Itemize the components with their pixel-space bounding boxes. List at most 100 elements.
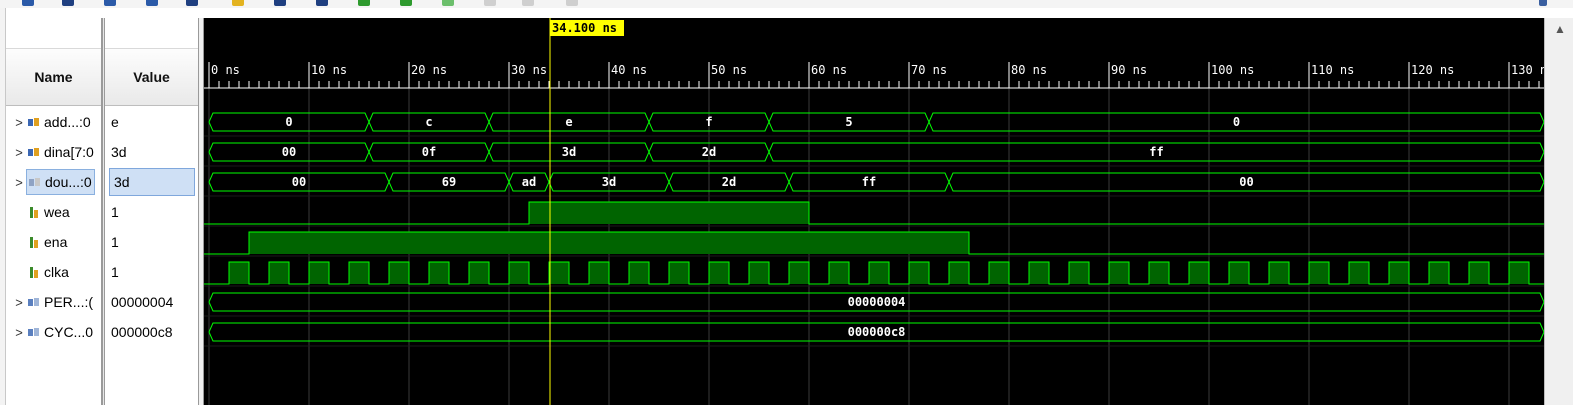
clka-high-fill bbox=[829, 262, 849, 284]
swap-cursors-icon[interactable] bbox=[484, 0, 496, 6]
value-column-header[interactable]: Value bbox=[105, 48, 198, 106]
signal-row-douta[interactable]: > dou...:0 bbox=[6, 167, 101, 197]
signal-value: 1 bbox=[111, 204, 119, 220]
value-cell: 00000004 bbox=[105, 287, 198, 317]
value-cell: e bbox=[105, 107, 198, 137]
clka-high-fill bbox=[229, 262, 249, 284]
signal-row-clka[interactable]: clka bbox=[6, 257, 101, 287]
time-tick-label: 70 ns bbox=[911, 63, 947, 77]
clka-high-fill bbox=[749, 262, 769, 284]
clka-high-fill bbox=[1469, 262, 1489, 284]
zoom-out-icon[interactable] bbox=[104, 0, 116, 6]
signal-row-dina[interactable]: > dina[7:0 bbox=[6, 137, 101, 167]
signal-value: 1 bbox=[111, 234, 119, 250]
addra-value-label: c bbox=[425, 115, 432, 129]
add-marker-icon[interactable] bbox=[358, 0, 370, 6]
snap-icon[interactable] bbox=[566, 0, 578, 6]
time-tick-label: 20 ns bbox=[411, 63, 447, 77]
clka-high-fill bbox=[949, 262, 969, 284]
selected-signal-highlight[interactable]: dou...:0 bbox=[26, 169, 95, 195]
clka-high-fill bbox=[1509, 262, 1529, 284]
signal-value: e bbox=[111, 114, 119, 130]
expand-arrow-icon[interactable]: > bbox=[12, 325, 26, 340]
go-to-start-icon[interactable] bbox=[186, 0, 198, 6]
signal-row-cycle[interactable]: > CYC...0 bbox=[6, 317, 101, 347]
douta-value-label: 00 bbox=[292, 175, 306, 189]
waveform-viewer[interactable]: 0 ns 10 ns 20 ns 30 ns 40 ns 50 ns 60 ns 70 ns 8… bbox=[204, 18, 1544, 405]
signal-name: dou...:0 bbox=[45, 174, 92, 190]
bit-signal-icon bbox=[28, 206, 40, 218]
name-header-spacer bbox=[6, 18, 101, 48]
time-tick-label: 40 ns bbox=[611, 63, 647, 77]
clka-high-fill bbox=[869, 262, 889, 284]
douta-value-label: 00 bbox=[1239, 175, 1253, 189]
clka-high-fill bbox=[1269, 262, 1289, 284]
wea-trace bbox=[204, 201, 1544, 225]
signal-row-addra[interactable]: > add...:0 bbox=[6, 107, 101, 137]
next-marker-icon[interactable] bbox=[442, 0, 454, 6]
previous-marker-icon[interactable] bbox=[400, 0, 412, 6]
period-value-label: 00000004 bbox=[848, 295, 906, 309]
wea-high-fill bbox=[529, 202, 809, 224]
expand-arrow-icon[interactable]: > bbox=[12, 175, 26, 190]
signal-value: 000000c8 bbox=[111, 324, 173, 340]
clka-high-fill bbox=[1229, 262, 1249, 284]
clka-high-fill bbox=[1349, 262, 1369, 284]
douta-value-label: 3d bbox=[602, 175, 616, 189]
addra-value-label: f bbox=[705, 115, 712, 129]
expand-arrow-icon[interactable]: > bbox=[12, 115, 26, 130]
waveform-canvas[interactable]: 0 ns 10 ns 20 ns 30 ns 40 ns 50 ns 60 ns 70 ns 8… bbox=[204, 18, 1544, 405]
signal-name: add...:0 bbox=[44, 114, 91, 130]
vertical-scrollbar[interactable]: ▲ bbox=[1544, 18, 1573, 405]
clka-high-fill bbox=[1309, 262, 1329, 284]
clka-high-fill bbox=[269, 262, 289, 284]
output-bus-icon bbox=[29, 177, 41, 188]
time-tick-label: 80 ns bbox=[1011, 63, 1047, 77]
toolbar bbox=[0, 0, 1573, 8]
signal-value: 3d bbox=[111, 144, 127, 160]
time-tick-label: 10 ns bbox=[311, 63, 347, 77]
zoom-in-icon[interactable] bbox=[22, 0, 34, 6]
time-tick-label: 30 ns bbox=[511, 63, 547, 77]
douta-value-label: 2d bbox=[722, 175, 736, 189]
cursor-time-label: 34.100 ns bbox=[552, 21, 617, 35]
clka-high-fill bbox=[789, 262, 809, 284]
clka-high-fill bbox=[1389, 262, 1409, 284]
clka-high-fill bbox=[349, 262, 369, 284]
expand-arrow-icon[interactable]: > bbox=[12, 145, 26, 160]
signal-name: dina[7:0 bbox=[44, 144, 94, 160]
clka-high-fill bbox=[309, 262, 329, 284]
value-cell: 3d bbox=[105, 137, 198, 167]
signal-name: CYC...0 bbox=[44, 324, 94, 340]
value-cell: 1 bbox=[105, 257, 198, 287]
signal-row-ena[interactable]: ena bbox=[6, 227, 101, 257]
marker-icon[interactable] bbox=[232, 0, 244, 6]
signal-value: 00000004 bbox=[111, 294, 174, 310]
signal-row-period[interactable]: > PER...:( bbox=[6, 287, 101, 317]
parameter-icon bbox=[28, 327, 40, 338]
dina-value-label: ff bbox=[1149, 145, 1163, 159]
clka-high-fill bbox=[1189, 262, 1209, 284]
clka-high-fill bbox=[589, 262, 609, 284]
name-column-header[interactable]: Name bbox=[6, 48, 101, 106]
signal-name-panel: Name > add...:0 > dina[7:0 > dou...:0 we… bbox=[6, 18, 102, 405]
expand-arrow-icon[interactable]: > bbox=[12, 295, 26, 310]
selected-signal-value: 3d bbox=[109, 168, 195, 196]
parameter-icon bbox=[28, 297, 40, 308]
clka-high-fill bbox=[469, 262, 489, 284]
value-cell: 3d bbox=[105, 167, 198, 197]
clka-high-fill bbox=[1069, 262, 1089, 284]
next-transition-icon[interactable] bbox=[316, 0, 328, 6]
save-icon[interactable] bbox=[62, 0, 74, 6]
scroll-up-icon[interactable]: ▲ bbox=[1554, 22, 1566, 36]
settings-icon[interactable] bbox=[1539, 0, 1547, 6]
addra-value-label: e bbox=[565, 115, 572, 129]
time-tick-label: 120 ns bbox=[1411, 63, 1454, 77]
zoom-fit-icon[interactable] bbox=[146, 0, 158, 6]
time-tick-label: 90 ns bbox=[1111, 63, 1147, 77]
addra-value-label: 5 bbox=[845, 115, 852, 129]
signal-row-wea[interactable]: wea bbox=[6, 197, 101, 227]
previous-transition-icon[interactable] bbox=[274, 0, 286, 6]
cut-icon[interactable] bbox=[522, 0, 534, 6]
time-tick-label: 60 ns bbox=[811, 63, 847, 77]
